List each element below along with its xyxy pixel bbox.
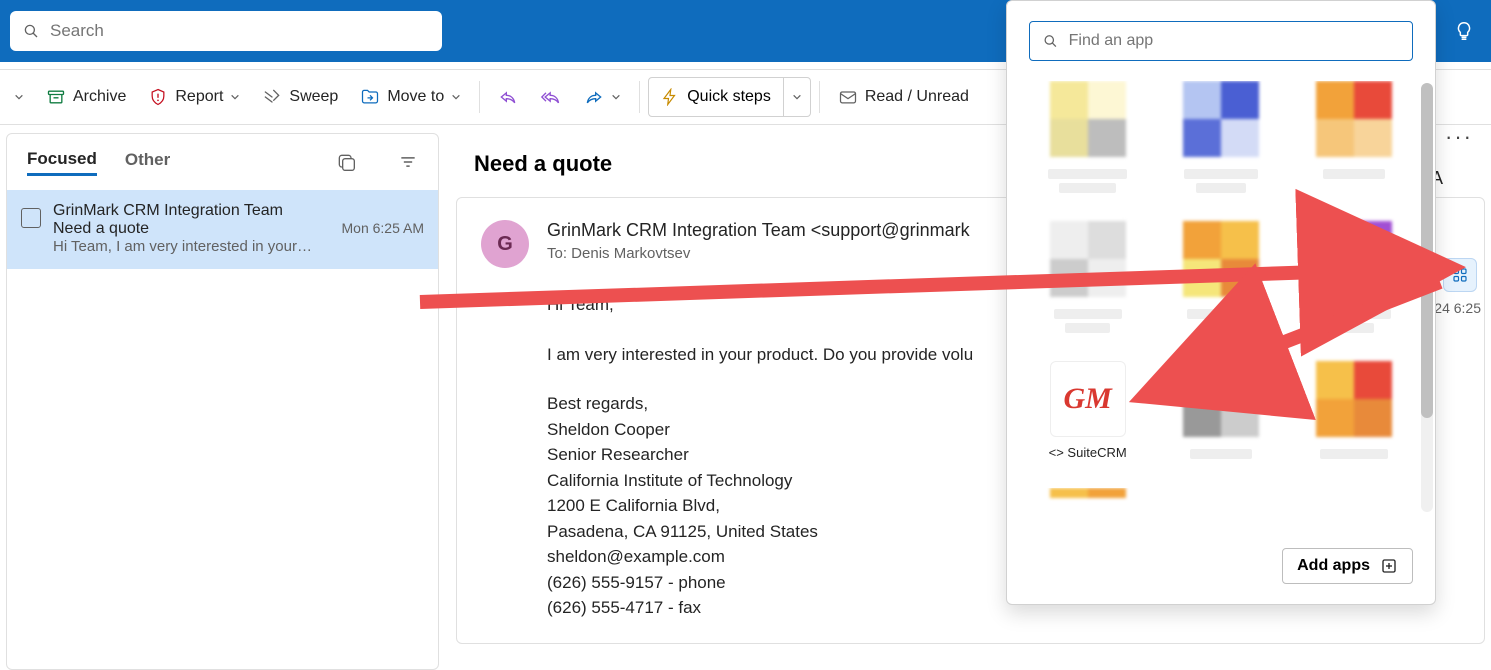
quick-steps-button[interactable]: Quick steps [649, 78, 783, 116]
move-to-label: Move to [387, 88, 444, 106]
app-tile-redacted[interactable] [1031, 81, 1144, 193]
app-tile-redacted[interactable] [1298, 81, 1411, 193]
reply-all-icon [540, 87, 562, 107]
shield-warn-icon [148, 87, 168, 107]
message-checkbox[interactable] [21, 208, 41, 228]
app-tile-redacted[interactable] [1031, 221, 1144, 333]
message-list-header: Focused Other [7, 134, 438, 190]
apps-search[interactable] [1029, 21, 1413, 61]
mail-icon [838, 87, 858, 107]
tab-focused[interactable]: Focused [27, 149, 97, 176]
mail-to-line: To: Denis Markovtsev [547, 245, 970, 262]
read-unread-label: Read / Unread [865, 88, 969, 106]
mail-from-line: GrinMark CRM Integration Team <support@g… [547, 220, 970, 241]
lightbulb-icon[interactable] [1453, 20, 1475, 42]
global-search[interactable] [10, 11, 442, 51]
search-icon [1042, 32, 1059, 50]
app-tile-redacted[interactable] [1298, 221, 1411, 333]
app-tile-label: <> SuiteCRM [1049, 445, 1127, 460]
global-search-input[interactable] [50, 21, 430, 41]
app-tile-redacted[interactable] [1298, 361, 1411, 460]
apps-panel: GM <> SuiteCRM Add apps [1006, 0, 1436, 605]
quick-steps-label: Quick steps [687, 88, 771, 106]
sweep-label: Sweep [289, 88, 338, 106]
filter-icon[interactable] [398, 152, 418, 172]
lightning-icon [661, 88, 679, 106]
quick-steps-dropdown[interactable] [783, 78, 810, 116]
apps-scrollbar-thumb[interactable] [1421, 83, 1433, 418]
add-apps-button[interactable]: Add apps [1282, 548, 1413, 584]
sweep-icon [262, 87, 282, 107]
search-icon [22, 22, 40, 40]
apps-scrollbar[interactable] [1421, 83, 1433, 512]
add-apps-label: Add apps [1297, 557, 1370, 575]
forward-button[interactable] [574, 77, 631, 117]
add-square-icon [1380, 557, 1398, 575]
message-subject: Need a quote [53, 220, 149, 238]
help-region [1436, 0, 1491, 62]
forward-icon [584, 87, 604, 107]
message-list-pane: Focused Other GrinMark CRM Integration T… [0, 125, 446, 670]
report-button[interactable]: Report [138, 77, 250, 117]
read-unread-button[interactable]: Read / Unread [828, 77, 979, 117]
apps-launcher-button[interactable] [1443, 258, 1477, 292]
archive-icon [46, 87, 66, 107]
message-item[interactable]: GrinMark CRM Integration Team Need a quo… [7, 190, 438, 269]
reply-button[interactable] [488, 77, 528, 117]
message-time: Mon 6:25 AM [342, 220, 425, 236]
archive-button[interactable]: Archive [36, 77, 136, 117]
archive-label: Archive [73, 88, 126, 106]
sweep-button[interactable]: Sweep [252, 77, 348, 117]
message-from: GrinMark CRM Integration Team [53, 202, 424, 220]
apps-grid-icon [1451, 266, 1469, 284]
report-label: Report [175, 88, 223, 106]
message-preview: Hi Team, I am very interested in your… [53, 238, 424, 255]
grinmark-logo-icon: GM [1050, 361, 1126, 437]
select-mode-icon[interactable] [336, 152, 356, 172]
reply-all-button[interactable] [530, 77, 572, 117]
quick-steps-group: Quick steps [648, 77, 811, 117]
app-tile-redacted[interactable] [1164, 361, 1277, 460]
move-to-button[interactable]: Move to [350, 77, 471, 117]
reply-icon [498, 87, 518, 107]
tab-other[interactable]: Other [125, 150, 170, 174]
apps-grid: GM <> SuiteCRM [1007, 81, 1435, 508]
app-tile-redacted[interactable] [1031, 488, 1144, 508]
apps-search-input[interactable] [1069, 32, 1400, 50]
app-tile-suitecrm[interactable]: GM <> SuiteCRM [1031, 361, 1144, 460]
app-tile-redacted[interactable] [1164, 221, 1277, 333]
sender-avatar: G [481, 220, 529, 268]
ribbon-prev-dropdown[interactable] [4, 77, 34, 117]
folder-move-icon [360, 87, 380, 107]
app-tile-redacted[interactable] [1164, 81, 1277, 193]
